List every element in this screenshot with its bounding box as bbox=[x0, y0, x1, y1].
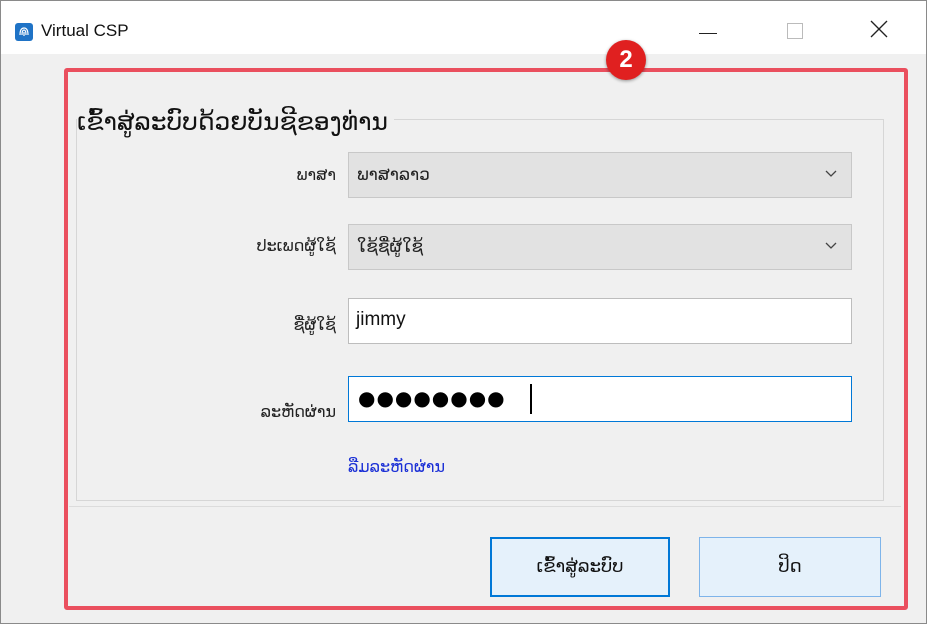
password-value: ●●●●●●●● bbox=[358, 386, 506, 410]
password-label: ລະຫັດຜ່ານ bbox=[260, 402, 336, 421]
close-icon bbox=[870, 20, 888, 38]
user-type-select[interactable]: ໃຊ້ຊື່ຜູ້ໃຊ້ bbox=[348, 224, 852, 270]
password-input[interactable]: ●●●●●●●● bbox=[348, 376, 852, 422]
chevron-down-icon bbox=[825, 170, 837, 177]
username-label: ຊື່ຜູ້ໃຊ້ bbox=[293, 315, 336, 334]
minimize-icon bbox=[699, 33, 717, 34]
maximize-button[interactable] bbox=[763, 1, 825, 54]
language-value: ພາສາລາວ bbox=[357, 165, 430, 185]
chevron-down-icon bbox=[825, 242, 837, 249]
user-type-label: ປະເພດຜູ້ໃຊ້ bbox=[256, 236, 336, 255]
step-badge: 2 bbox=[606, 40, 646, 80]
username-value: jimmy bbox=[356, 309, 406, 330]
title-bar[interactable]: Virtual CSP bbox=[1, 1, 926, 54]
divider bbox=[69, 506, 901, 507]
maximize-icon bbox=[787, 23, 803, 39]
username-input[interactable]: jimmy bbox=[348, 298, 852, 344]
language-select[interactable]: ພາສາລາວ bbox=[348, 152, 852, 198]
language-label: ພາສາ bbox=[296, 165, 336, 184]
text-caret bbox=[530, 384, 532, 414]
login-window: Virtual CSP ເຂົ້າສູ່ລະບົບດ້ວຍບັນຊີຂອງທ່າ… bbox=[0, 0, 927, 624]
app-fingerprint-icon bbox=[15, 23, 33, 41]
forgot-password-link[interactable]: ລືມລະຫັດຜ່ານ bbox=[348, 457, 445, 476]
minimize-button[interactable] bbox=[677, 1, 739, 54]
user-type-value: ໃຊ້ຊື່ຜູ້ໃຊ້ bbox=[357, 237, 424, 257]
login-heading: ເຂົ້າສູ່ລະບົບດ້ວຍບັນຊີຂອງທ່ານ bbox=[77, 105, 395, 139]
window-title: Virtual CSP bbox=[41, 21, 129, 40]
close-window-button[interactable] bbox=[849, 1, 911, 54]
close-button[interactable]: ປິດ bbox=[699, 537, 881, 597]
login-button[interactable]: ເຂົ້າສູ່ລະບົບ bbox=[490, 537, 670, 597]
